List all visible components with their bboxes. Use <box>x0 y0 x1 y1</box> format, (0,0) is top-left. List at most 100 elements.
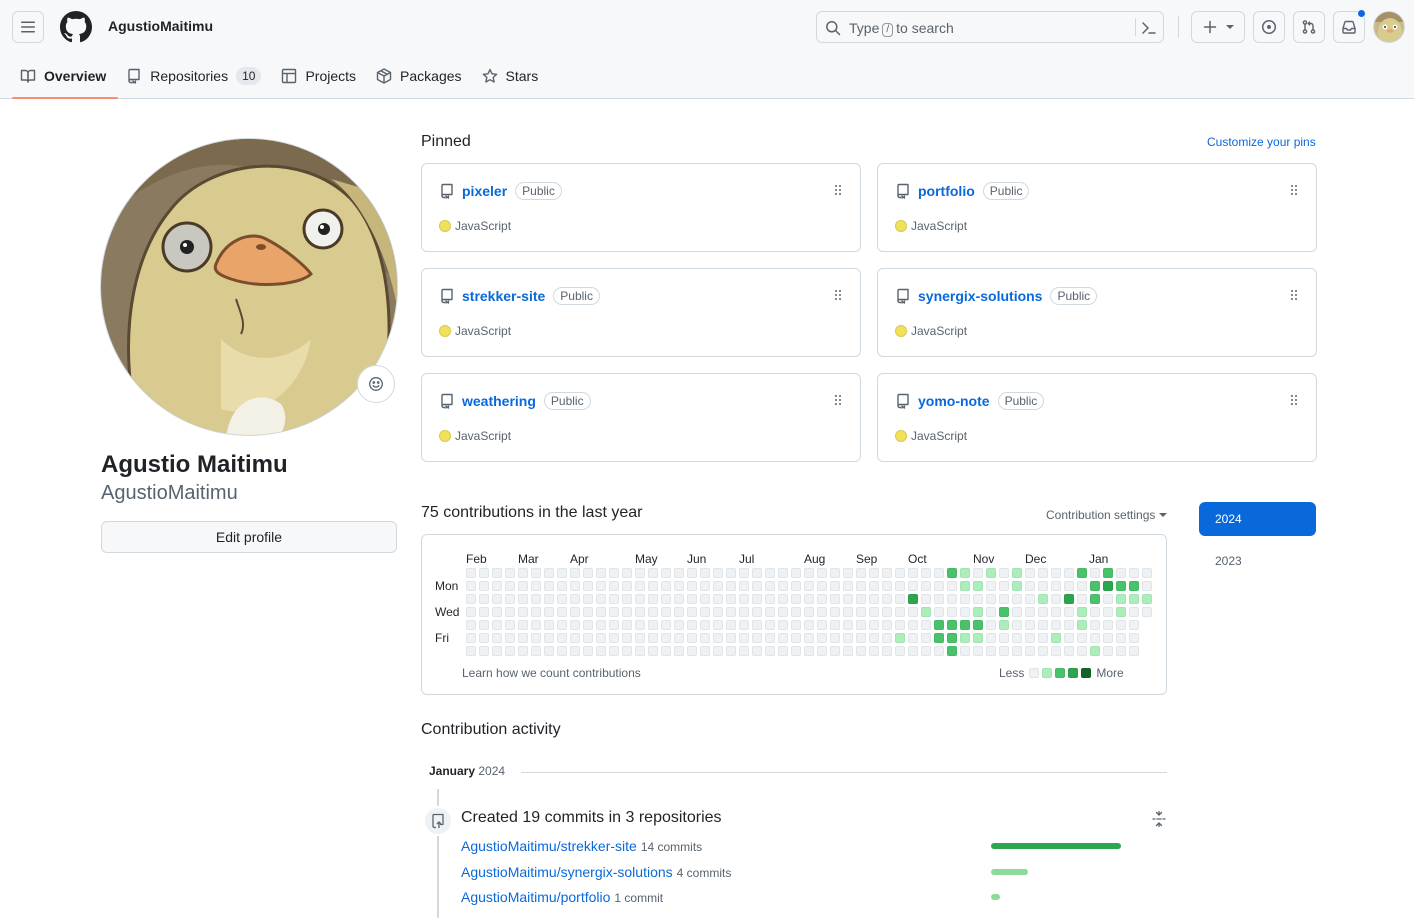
contribution-day[interactable] <box>700 568 710 578</box>
contribution-day[interactable] <box>1038 620 1048 630</box>
contribution-day[interactable] <box>791 581 801 591</box>
contribution-day[interactable] <box>726 568 736 578</box>
contribution-day[interactable] <box>830 646 840 656</box>
contribution-day[interactable] <box>1129 646 1139 656</box>
grabber-icon[interactable] <box>834 394 842 406</box>
contribution-day[interactable] <box>466 607 476 617</box>
contribution-day[interactable] <box>466 646 476 656</box>
year-2024-button[interactable]: 2024 <box>1199 502 1316 536</box>
tab-packages[interactable]: Packages <box>368 56 473 96</box>
contribution-day[interactable] <box>674 646 684 656</box>
contribution-day[interactable] <box>882 646 892 656</box>
tab-stars[interactable]: Stars <box>474 56 551 96</box>
contribution-day[interactable] <box>765 633 775 643</box>
contribution-day[interactable] <box>661 646 671 656</box>
contribution-settings-button[interactable]: Contribution settings <box>1046 508 1168 522</box>
contribution-day[interactable] <box>609 594 619 604</box>
contribution-day[interactable] <box>1090 594 1100 604</box>
contribution-day[interactable] <box>609 633 619 643</box>
contribution-day[interactable] <box>973 620 983 630</box>
pinned-repo-link[interactable]: strekker-site Public <box>462 287 600 305</box>
contribution-day[interactable] <box>817 594 827 604</box>
contribution-day[interactable] <box>1012 581 1022 591</box>
contribution-day[interactable] <box>960 633 970 643</box>
contribution-day[interactable] <box>804 620 814 630</box>
contribution-day[interactable] <box>531 607 541 617</box>
customize-pins-link[interactable]: Customize your pins <box>1207 135 1316 149</box>
tab-repositories[interactable]: Repositories 10 <box>118 56 273 96</box>
contribution-day[interactable] <box>700 620 710 630</box>
contribution-day[interactable] <box>921 594 931 604</box>
contribution-day[interactable] <box>570 633 580 643</box>
contribution-day[interactable] <box>882 568 892 578</box>
contribution-day[interactable] <box>960 581 970 591</box>
contribution-day[interactable] <box>1051 568 1061 578</box>
contribution-day[interactable] <box>544 568 554 578</box>
contribution-day[interactable] <box>973 568 983 578</box>
contribution-day[interactable] <box>1051 633 1061 643</box>
contribution-day[interactable] <box>661 594 671 604</box>
pinned-repo-link[interactable]: pixeler Public <box>462 182 562 200</box>
contribution-day[interactable] <box>466 594 476 604</box>
contribution-day[interactable] <box>1051 594 1061 604</box>
contribution-day[interactable] <box>778 620 788 630</box>
contribution-day[interactable] <box>908 581 918 591</box>
contribution-day[interactable] <box>869 568 879 578</box>
contribution-day[interactable] <box>739 594 749 604</box>
contribution-day[interactable] <box>609 620 619 630</box>
search-input[interactable]: Type / to search <box>816 11 1164 43</box>
contribution-day[interactable] <box>635 633 645 643</box>
contribution-day[interactable] <box>570 607 580 617</box>
contribution-day[interactable] <box>700 607 710 617</box>
contribution-day[interactable] <box>596 594 606 604</box>
contribution-day[interactable] <box>570 581 580 591</box>
contribution-day[interactable] <box>466 633 476 643</box>
contribution-day[interactable] <box>1025 581 1035 591</box>
contribution-day[interactable] <box>1090 620 1100 630</box>
contribution-day[interactable] <box>739 581 749 591</box>
contribution-day[interactable] <box>869 581 879 591</box>
contribution-day[interactable] <box>1012 633 1022 643</box>
contribution-day[interactable] <box>531 620 541 630</box>
contribution-day[interactable] <box>778 568 788 578</box>
contribution-day[interactable] <box>856 607 866 617</box>
contribution-day[interactable] <box>622 633 632 643</box>
contribution-day[interactable] <box>544 581 554 591</box>
contribution-day[interactable] <box>960 594 970 604</box>
contribution-day[interactable] <box>804 594 814 604</box>
profile-avatar[interactable] <box>100 138 398 436</box>
contribution-day[interactable] <box>648 607 658 617</box>
commit-repo-link[interactable]: AgustioMaitimu/portfolio <box>461 889 610 905</box>
menu-button[interactable] <box>12 11 44 43</box>
contribution-day[interactable] <box>622 594 632 604</box>
contribution-day[interactable] <box>583 568 593 578</box>
contribution-day[interactable] <box>1090 581 1100 591</box>
contribution-day[interactable] <box>895 594 905 604</box>
contribution-day[interactable] <box>778 581 788 591</box>
contribution-day[interactable] <box>999 633 1009 643</box>
contribution-day[interactable] <box>1038 633 1048 643</box>
contribution-day[interactable] <box>726 594 736 604</box>
contribution-day[interactable] <box>1038 581 1048 591</box>
contribution-day[interactable] <box>1103 581 1113 591</box>
contribution-day[interactable] <box>1116 581 1126 591</box>
contribution-day[interactable] <box>921 633 931 643</box>
contribution-day[interactable] <box>1103 607 1113 617</box>
contribution-day[interactable] <box>752 594 762 604</box>
contribution-day[interactable] <box>986 620 996 630</box>
contribution-day[interactable] <box>687 568 697 578</box>
contribution-day[interactable] <box>622 607 632 617</box>
contribution-day[interactable] <box>830 568 840 578</box>
contribution-day[interactable] <box>843 607 853 617</box>
contribution-day[interactable] <box>557 646 567 656</box>
contribution-day[interactable] <box>466 581 476 591</box>
contribution-day[interactable] <box>856 646 866 656</box>
contribution-day[interactable] <box>973 646 983 656</box>
contribution-day[interactable] <box>1051 620 1061 630</box>
contribution-day[interactable] <box>622 581 632 591</box>
pinned-repo-link[interactable]: synergix-solutions Public <box>918 287 1098 305</box>
contribution-day[interactable] <box>635 607 645 617</box>
contribution-day[interactable] <box>947 594 957 604</box>
contribution-day[interactable] <box>505 620 515 630</box>
contribution-day[interactable] <box>973 581 983 591</box>
